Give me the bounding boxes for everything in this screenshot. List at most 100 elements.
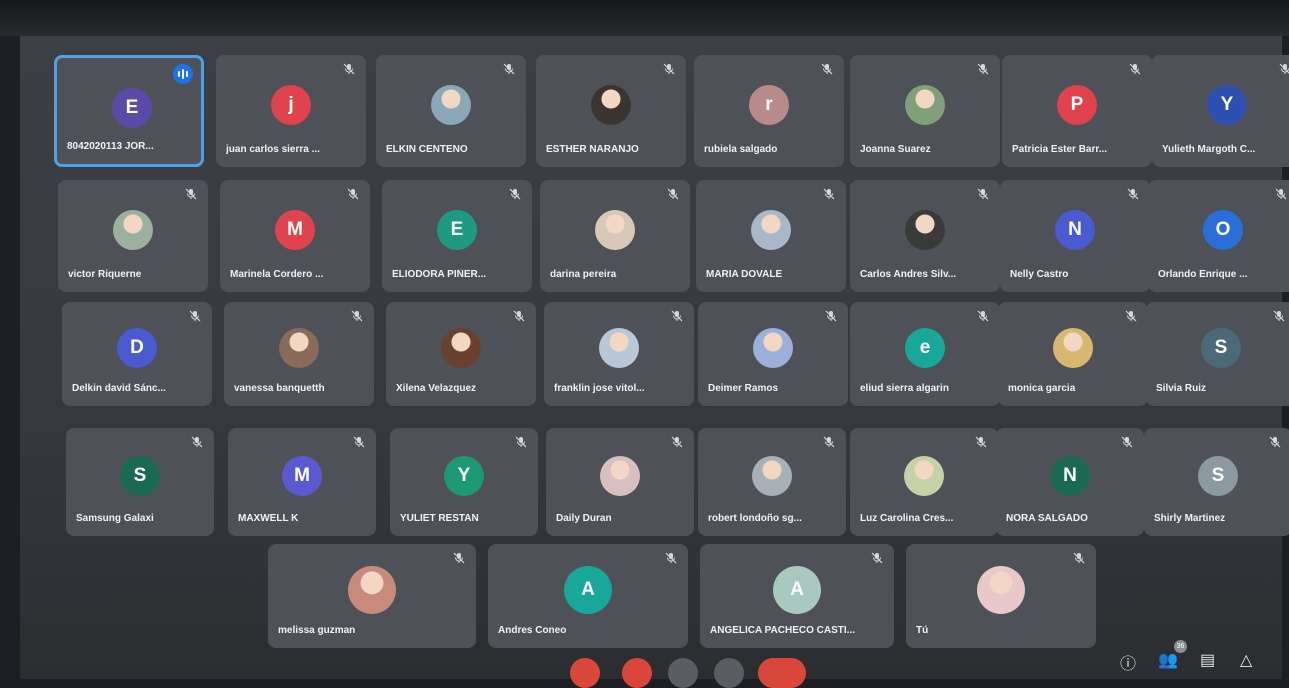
participant-tile[interactable]: Deimer Ramos: [698, 302, 848, 406]
participant-tile[interactable]: D Delkin david Sánc...: [62, 302, 212, 406]
participant-tile[interactable]: S Silvia Ruiz: [1146, 302, 1289, 406]
participant-tile[interactable]: Y YULIET RESTAN: [390, 428, 538, 536]
participant-name: eliud sierra algarin: [860, 383, 949, 394]
participant-tile[interactable]: monica garcia: [998, 302, 1148, 406]
participant-name: MAXWELL K: [238, 513, 299, 524]
mic-off-icon: [1128, 63, 1142, 77]
mic-off-icon: [666, 188, 680, 202]
participant-tile[interactable]: darina pereira: [540, 180, 690, 292]
participant-name: melissa guzman: [278, 625, 356, 636]
people-icon[interactable]: 👥: [1158, 650, 1178, 670]
participant-tile[interactable]: Daily Duran: [546, 428, 694, 536]
participant-tile[interactable]: O Orlando Enrique ...: [1148, 180, 1289, 292]
participant-name: YULIET RESTAN: [400, 513, 479, 524]
participant-name: Orlando Enrique ...: [1158, 269, 1248, 280]
mic-off-icon: [662, 63, 676, 77]
participant-tile[interactable]: E ELIODORA PIÑER...: [382, 180, 532, 292]
mic-off-icon: [1272, 310, 1286, 324]
more-options-button[interactable]: [714, 658, 744, 688]
participant-tile[interactable]: e eliud sierra algarin: [850, 302, 1000, 406]
mic-off-icon: [822, 188, 836, 202]
participant-tile[interactable]: Tú: [906, 544, 1096, 648]
participant-name: 8042020113 JOR...: [67, 141, 154, 152]
present-button[interactable]: [668, 658, 698, 688]
participant-name: Silvia Ruiz: [1156, 383, 1207, 394]
participant-photo: [599, 328, 639, 368]
mic-off-icon: [1278, 63, 1289, 77]
participant-tile[interactable]: Luz Carolina Cres...: [850, 428, 998, 536]
participant-tile[interactable]: M Marinela Cordero ...: [220, 180, 370, 292]
participant-avatar: N: [1055, 210, 1095, 250]
chat-icon[interactable]: ▤: [1200, 650, 1215, 670]
participant-avatar: P: [1057, 85, 1097, 125]
participant-name: monica garcia: [1008, 383, 1076, 394]
laptop-bezel: [0, 0, 1289, 36]
participant-photo: [751, 210, 791, 250]
participant-tile[interactable]: N NORA SALGADO: [996, 428, 1144, 536]
camera-toggle-button[interactable]: [622, 658, 652, 688]
participant-tile[interactable]: Xilena Velazquez: [386, 302, 536, 406]
mic-off-icon: [184, 188, 198, 202]
participant-tile[interactable]: Y Yulieth Margoth C...: [1152, 55, 1289, 167]
participant-tile[interactable]: A Andres Coneo: [488, 544, 688, 648]
activities-icon[interactable]: △: [1240, 650, 1252, 670]
participant-tile[interactable]: S Shirly Martinez: [1144, 428, 1289, 536]
participant-tile[interactable]: ELKIN CENTENO: [376, 55, 526, 167]
participant-photo: [595, 210, 635, 250]
participant-name: Patricia Ester Barr...: [1012, 144, 1108, 155]
participant-tile[interactable]: A ANGELICA PACHECO CASTI...: [700, 544, 894, 648]
participant-tile[interactable]: victor Riquerne: [58, 180, 208, 292]
mic-off-icon: [502, 63, 516, 77]
participant-avatar: r: [749, 85, 789, 125]
participant-name: Nelly Castro: [1010, 269, 1069, 280]
participant-tile[interactable]: ESTHER NARANJO: [536, 55, 686, 167]
participant-name: Joanna Suarez: [860, 144, 931, 155]
participant-avatar: E: [437, 210, 477, 250]
participant-tile[interactable]: r rubiela salgado: [694, 55, 844, 167]
people-count-badge: 36: [1174, 640, 1187, 653]
participant-name: ELKIN CENTENO: [386, 144, 468, 155]
mic-off-icon: [1072, 552, 1086, 566]
participant-avatar: N: [1050, 456, 1090, 496]
participant-avatar: A: [564, 566, 612, 614]
participant-photo: [431, 85, 471, 125]
participant-avatar: M: [275, 210, 315, 250]
participant-tile[interactable]: vanessa banquetth: [224, 302, 374, 406]
participant-name: Carlos Andres Silv...: [860, 269, 957, 280]
participant-name: NORA SALGADO: [1006, 513, 1088, 524]
participant-tile[interactable]: Joanna Suarez: [850, 55, 1000, 167]
participant-name: ESTHER NARANJO: [546, 144, 639, 155]
mic-off-icon: [1274, 188, 1288, 202]
participant-tile[interactable]: P Patricia Ester Barr...: [1002, 55, 1152, 167]
participant-photo: [904, 456, 944, 496]
mic-off-icon: [346, 188, 360, 202]
participant-tile[interactable]: N Nelly Castro: [1000, 180, 1150, 292]
participant-avatar: D: [117, 328, 157, 368]
participant-name: robert londoño sg...: [708, 513, 802, 524]
participant-name: Xilena Velazquez: [396, 383, 477, 394]
mic-off-icon: [670, 310, 684, 324]
mic-off-icon: [508, 188, 522, 202]
participant-avatar: A: [773, 566, 821, 614]
participant-avatar: Y: [1207, 85, 1247, 125]
participant-name: Delkin david Sánc...: [72, 383, 166, 394]
participant-tile[interactable]: robert londoño sg...: [698, 428, 846, 536]
participant-tile[interactable]: E 8042020113 JOR...: [54, 55, 204, 167]
mic-off-icon: [350, 310, 364, 324]
participant-name: juan carlos sierra ...: [226, 144, 320, 155]
participant-tile[interactable]: Carlos Andres Silv...: [850, 180, 1000, 292]
participant-tile[interactable]: M MAXWELL K: [228, 428, 376, 536]
participant-tile[interactable]: MARIA DOVALE: [696, 180, 846, 292]
mic-off-icon: [670, 436, 684, 450]
mic-toggle-button[interactable]: [570, 658, 600, 688]
participant-tile[interactable]: melissa guzman: [268, 544, 476, 648]
mic-off-icon: [664, 552, 678, 566]
participant-tile[interactable]: S Samsung Galaxi: [66, 428, 214, 536]
participant-tile[interactable]: j juan carlos sierra ...: [216, 55, 366, 167]
participant-name: Daily Duran: [556, 513, 612, 524]
leave-call-button[interactable]: [758, 658, 806, 688]
participant-avatar: S: [120, 456, 160, 496]
participant-tile[interactable]: franklin jose vitol...: [544, 302, 694, 406]
info-icon[interactable]: ⓘ: [1120, 650, 1136, 674]
participant-name: Deimer Ramos: [708, 383, 779, 394]
